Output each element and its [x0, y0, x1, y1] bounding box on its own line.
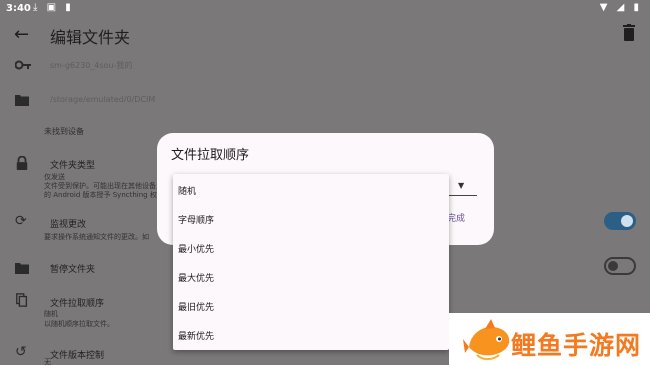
status-time: 3:40 [6, 3, 31, 14]
versioning-title: 文件版本控制 [50, 351, 105, 361]
pull-order-value: 随机 [44, 310, 58, 318]
folder-path-text: /storage/emulated/0/DCIM [50, 95, 156, 104]
menu-item-newest-first[interactable]: 最新优先 [178, 321, 444, 347]
system-status-icons: ▼ ◢ ▮ [599, 2, 642, 13]
history-icon: ↺ [15, 344, 27, 360]
pause-folder-toggle[interactable] [604, 257, 636, 275]
status-bar: 3:40 ⤓ ▣ ▮ ▼ ◢ ▮ [0, 0, 650, 18]
device-not-found-text: 未找到设备 [44, 127, 84, 136]
menu-item-oldest-first[interactable]: 最旧优先 [178, 292, 444, 318]
pull-order-desc: 以随机顺序拉取文件。 [44, 320, 114, 328]
menu-item-alphabetic[interactable]: 字母顺序 [178, 205, 444, 231]
key-icon [15, 60, 31, 70]
done-button[interactable]: 完成 [447, 211, 465, 224]
device-id-text: sm-g6230_4sou-我的 [50, 61, 133, 70]
folder-icon [15, 95, 29, 106]
menu-item-largest-first[interactable]: 最大优先 [178, 263, 444, 289]
folder-type-desc-2: 的 Android 版本授予 Syncthing 权 [44, 191, 157, 199]
lock-icon [16, 156, 28, 170]
dialog-title: 文件拉取顺序 [171, 148, 250, 163]
menu-item-random[interactable]: 随机 [178, 176, 444, 202]
notification-icons: ⤓ ▣ ▮ [33, 2, 74, 13]
pull-order-title: 文件拉取顺序 [50, 299, 105, 309]
copy-icon [16, 293, 28, 307]
folder-icon [15, 263, 29, 274]
back-arrow-icon[interactable]: ← [14, 24, 29, 45]
watch-changes-toggle[interactable] [604, 212, 636, 230]
watermark-text: 鲤鱼手游网 [511, 331, 642, 360]
trash-icon[interactable] [622, 24, 636, 42]
versioning-value: 无 [44, 358, 51, 365]
watch-changes-title: 监视更改 [50, 220, 87, 230]
dropdown-arrow-icon[interactable]: ▼ [458, 181, 464, 190]
sync-icon: ⟳ [15, 213, 27, 229]
pull-order-menu: 随机 字母顺序 最小优先 最大优先 最旧优先 最新优先 [173, 174, 449, 350]
page-title: 编辑文件夹 [50, 28, 131, 47]
fish-logo-icon [463, 319, 510, 361]
folder-type-title: 文件夹类型 [50, 161, 96, 171]
watermark: 鲤鱼手游网 [449, 313, 650, 365]
watch-changes-desc: 要求操作系统通知文件的更改。如 [44, 233, 149, 241]
menu-item-smallest-first[interactable]: 最小优先 [178, 234, 444, 260]
folder-type-desc-1: 文件受到保护。可能出现在其他设备上 [44, 182, 163, 190]
folder-type-value: 仅发送 [44, 173, 65, 181]
app-bar: ← 编辑文件夹 [0, 18, 650, 52]
dropdown-underline [447, 195, 477, 196]
pause-folder-title: 暂停文件夹 [50, 265, 96, 275]
